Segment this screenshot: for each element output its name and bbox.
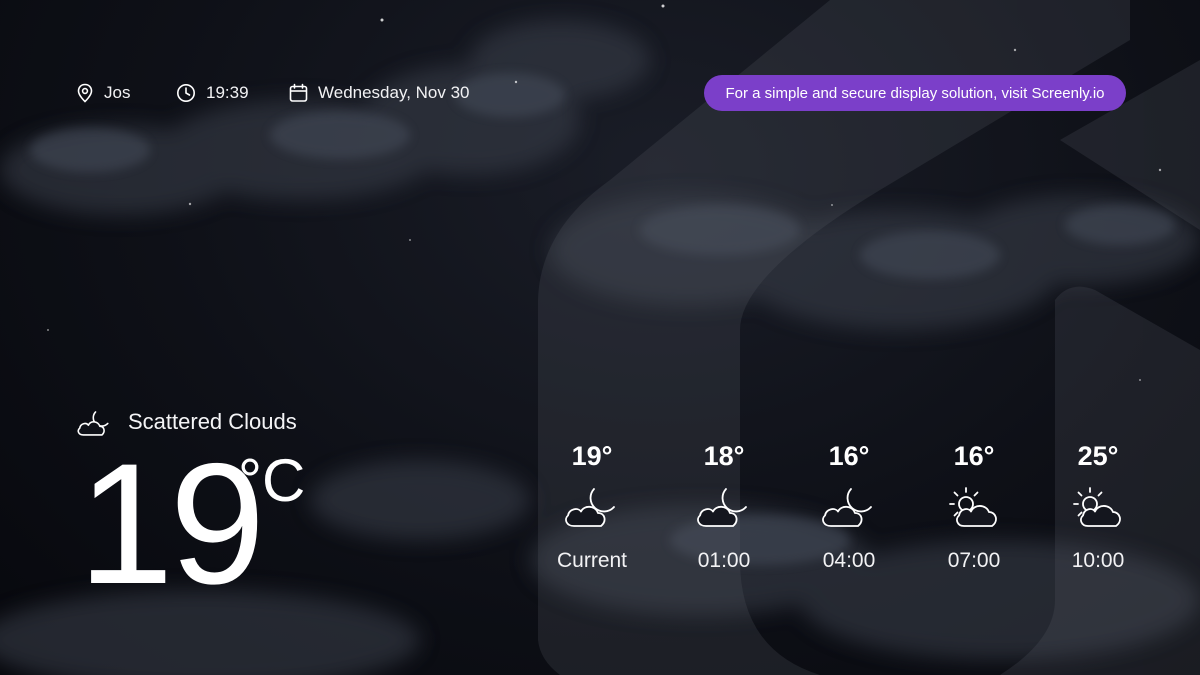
forecast-time: 04:00: [822, 549, 876, 572]
forecast-item: 18° 01:00: [669, 436, 779, 574]
time-label: 19:39: [206, 83, 249, 102]
forecast-item: 16° 07:00: [919, 436, 1029, 574]
cloud-moon-icon: [565, 488, 615, 527]
weather-screen: Jos 19:39 Wednesday, Nov 30 For a simple…: [0, 0, 1200, 675]
cloud-moon-icon: [822, 488, 872, 527]
screenly-promo-link[interactable]: For a simple and secure display solution…: [704, 75, 1126, 111]
forecast-time: 10:00: [1071, 549, 1125, 572]
forecast-item: 19° Current: [537, 436, 647, 574]
cloud-sun-icon: [1073, 487, 1121, 527]
clock-icon: [177, 84, 195, 102]
location: Jos: [76, 82, 130, 104]
calendar-icon: [289, 83, 308, 102]
forecast-temperature: 16°: [828, 441, 870, 471]
forecast-time: Current: [556, 549, 628, 572]
forecast-temperature: 19°: [571, 441, 613, 471]
current-temperature: 19: [78, 428, 265, 620]
forecast-item: 25° 10:00: [1043, 436, 1153, 574]
map-pin-icon: [77, 83, 93, 103]
forecast-time: 07:00: [947, 549, 1001, 572]
forecast-item: 16° 04:00: [794, 436, 904, 574]
cloud-moon-icon: [697, 488, 747, 527]
forecast-time: 01:00: [697, 549, 751, 572]
forecast-temperature: 25°: [1077, 441, 1119, 471]
location-label: Jos: [104, 83, 131, 102]
forecast-temperature: 18°: [703, 441, 745, 471]
temperature-unit: °C: [238, 447, 306, 514]
date: Wednesday, Nov 30: [289, 82, 470, 104]
cloud-sun-icon: [949, 487, 997, 527]
forecast-temperature: 16°: [953, 441, 995, 471]
clock: 19:39: [176, 82, 249, 104]
date-label: Wednesday, Nov 30: [318, 83, 470, 102]
